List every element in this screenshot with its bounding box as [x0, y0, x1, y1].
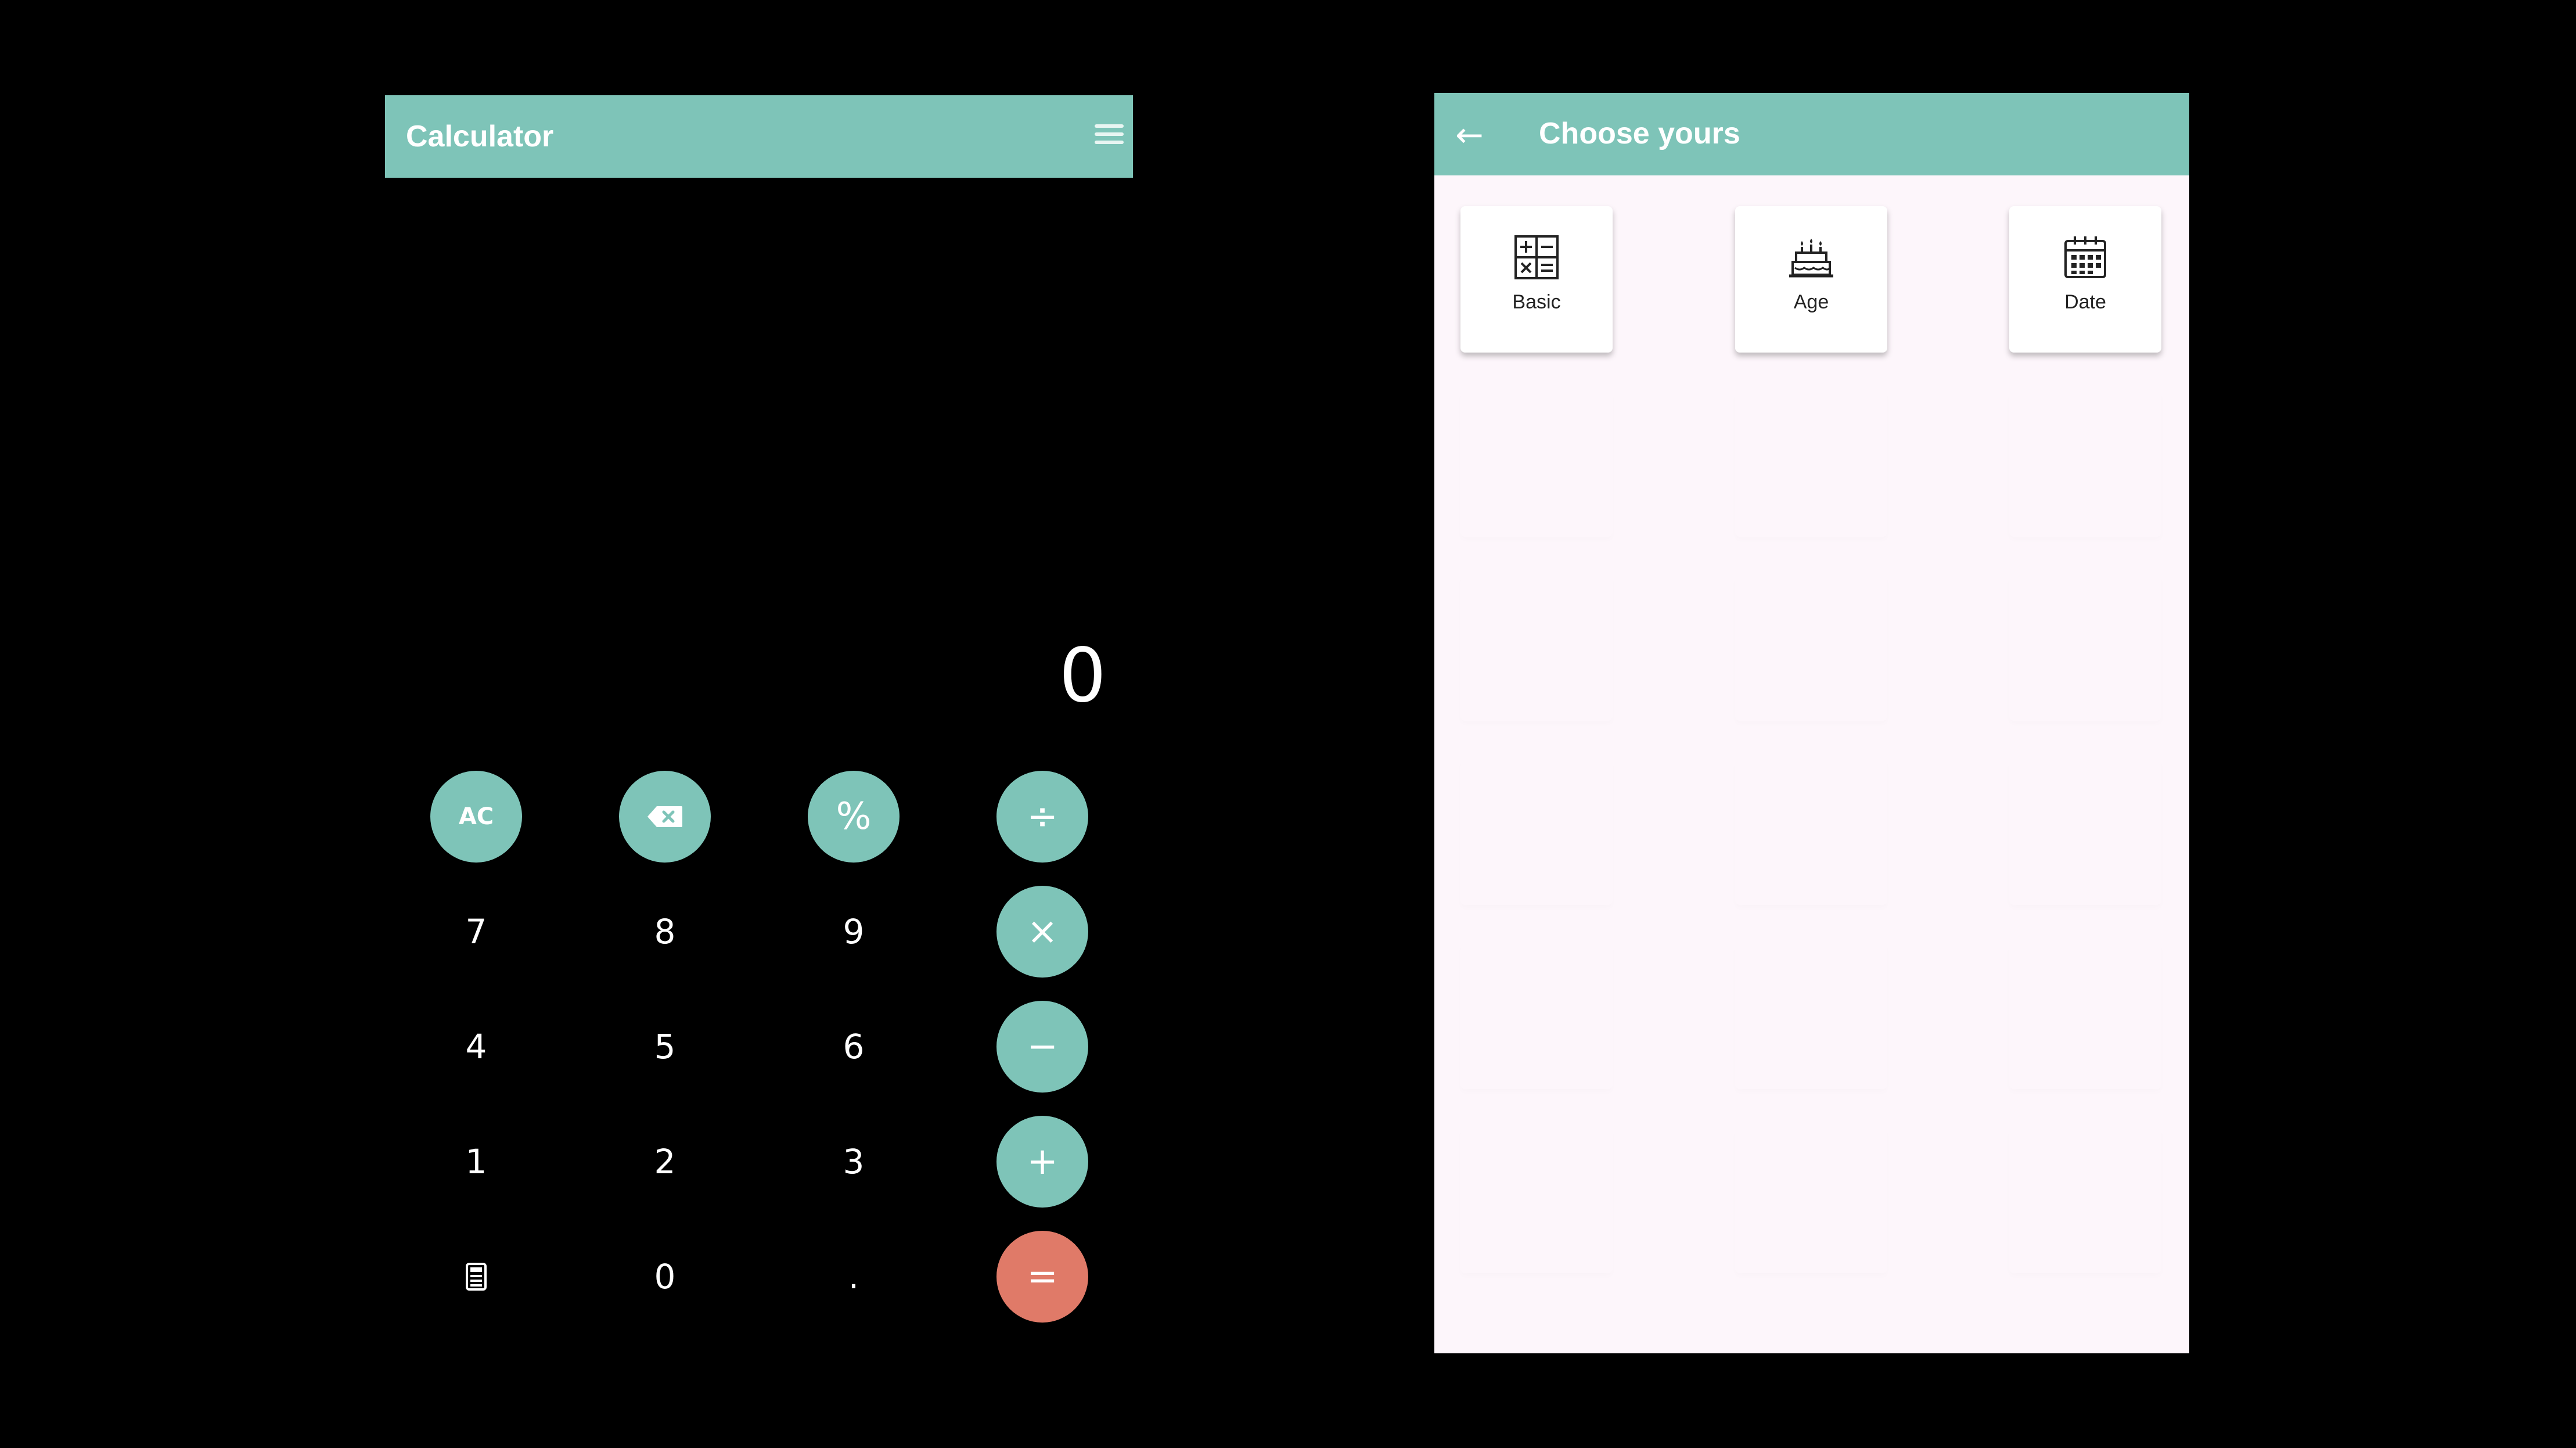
divide-button[interactable]: ÷	[996, 771, 1088, 863]
cake-icon	[1789, 239, 1833, 278]
card-placeholder	[2009, 1127, 2161, 1273]
card-placeholder	[1735, 759, 1887, 905]
digit-6-button[interactable]: 6	[808, 1001, 900, 1093]
basic-calc-icon	[1514, 235, 1559, 279]
calculator-mode-button[interactable]	[430, 1231, 522, 1323]
digit-7-button[interactable]: 7	[430, 886, 522, 978]
plus-button[interactable]: +	[996, 1116, 1088, 1208]
card-placeholder	[1735, 1127, 1887, 1273]
chooser-screen: ← Choose yours Basic Age Date	[1434, 93, 2189, 1353]
card-placeholder	[2009, 390, 2161, 537]
result-display: 0	[1059, 633, 1106, 719]
card-placeholder	[1460, 390, 1613, 537]
card-date[interactable]: Date	[2009, 206, 2161, 353]
calendar-icon	[2064, 236, 2106, 278]
calculator-screen: Calculator 0 AC % ÷ 7 8 9 × 4 5 6 − 1 2 …	[385, 95, 1133, 1323]
calculator-icon	[466, 1263, 487, 1291]
equals-button[interactable]: =	[996, 1231, 1088, 1323]
minus-button[interactable]: −	[996, 1001, 1088, 1093]
card-placeholder	[1460, 759, 1613, 905]
digit-9-button[interactable]: 9	[808, 886, 900, 978]
digit-4-button[interactable]: 4	[430, 1001, 522, 1093]
digit-3-button[interactable]: 3	[808, 1116, 900, 1208]
menu-icon[interactable]	[1095, 124, 1124, 148]
card-placeholder	[1735, 943, 1887, 1089]
digit-0-button[interactable]: 0	[619, 1231, 711, 1323]
multiply-button[interactable]: ×	[996, 886, 1088, 978]
card-placeholder	[2009, 943, 2161, 1089]
calculator-app-bar: Calculator	[385, 95, 1133, 178]
card-label: Date	[2064, 291, 2106, 313]
clear-button[interactable]: AC	[430, 771, 522, 863]
chooser-app-bar: ← Choose yours	[1434, 93, 2189, 175]
percent-button[interactable]: %	[808, 771, 900, 863]
decimal-button[interactable]: .	[808, 1231, 900, 1323]
page-title: Calculator	[406, 120, 554, 153]
card-label: Age	[1793, 291, 1829, 313]
digit-5-button[interactable]: 5	[619, 1001, 711, 1093]
card-age[interactable]: Age	[1735, 206, 1887, 353]
card-placeholder	[1735, 390, 1887, 537]
card-basic[interactable]: Basic	[1460, 206, 1613, 353]
backspace-icon	[647, 806, 682, 827]
card-placeholder	[1460, 943, 1613, 1089]
chooser-title: Choose yours	[1539, 117, 1740, 150]
card-placeholder	[1460, 574, 1613, 721]
card-label: Basic	[1512, 291, 1561, 313]
card-placeholder	[1735, 574, 1887, 721]
card-placeholder	[1460, 1127, 1613, 1273]
card-placeholder	[2009, 759, 2161, 905]
digit-2-button[interactable]: 2	[619, 1116, 711, 1208]
digit-8-button[interactable]: 8	[619, 886, 711, 978]
card-placeholder	[2009, 574, 2161, 721]
back-arrow-icon[interactable]: ←	[1455, 117, 1490, 152]
digit-1-button[interactable]: 1	[430, 1116, 522, 1208]
backspace-button[interactable]	[619, 771, 711, 863]
